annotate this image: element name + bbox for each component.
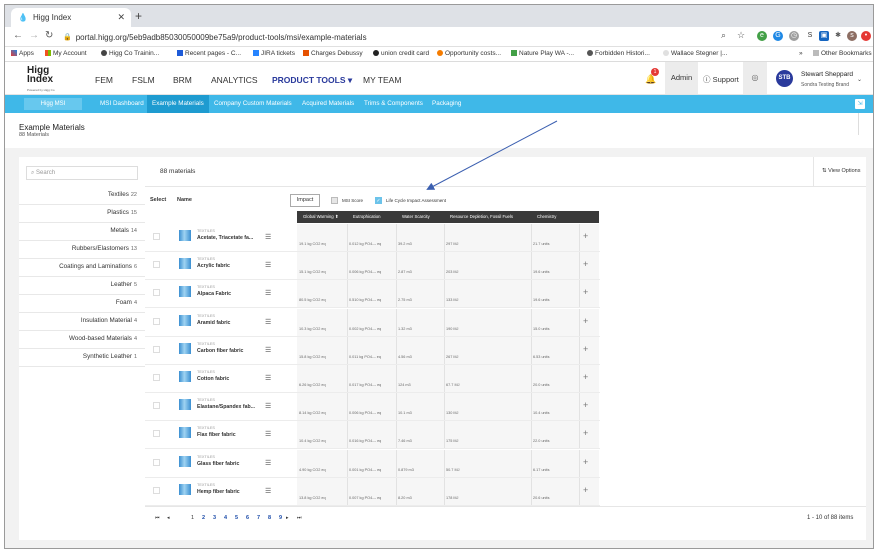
browser-window: 💧 Higg Index ✕ + ← → ↻ 🔒 portal.higg.org… bbox=[4, 4, 874, 549]
annotation-arrow bbox=[426, 120, 558, 190]
